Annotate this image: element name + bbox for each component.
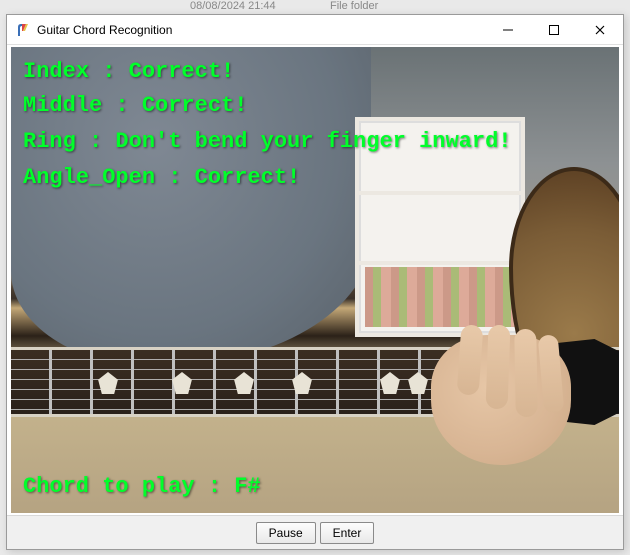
pause-button[interactable]: Pause xyxy=(256,522,316,544)
control-bar: Pause Enter xyxy=(7,515,623,549)
feedback-line-middle: Middle : Correct! xyxy=(23,93,247,118)
feedback-line-angle_open: Angle_Open : Correct! xyxy=(23,165,300,190)
desktop-detail-type: File folder xyxy=(330,0,378,12)
finger xyxy=(514,329,538,417)
minimize-button[interactable] xyxy=(485,15,531,45)
feedback-line-index: Index : Correct! xyxy=(23,59,234,84)
chord-label: Chord to play : xyxy=(23,474,234,499)
chord-value: F# xyxy=(234,474,260,499)
app-icon xyxy=(15,22,31,38)
titlebar[interactable]: Guitar Chord Recognition xyxy=(7,15,623,45)
feedback-line-ring: Ring : Don't bend your finger inward! xyxy=(23,129,511,154)
chord-to-play: Chord to play : F# xyxy=(23,474,261,499)
window-title: Guitar Chord Recognition xyxy=(37,23,485,37)
maximize-button[interactable] xyxy=(531,15,577,45)
app-window: Guitar Chord Recognition Index : Correct… xyxy=(6,14,624,550)
enter-button[interactable]: Enter xyxy=(320,522,375,544)
close-button[interactable] xyxy=(577,15,623,45)
video-feed: Index : Correct! Middle : Correct! Ring : … xyxy=(11,47,619,513)
desktop-detail-date: 08/08/2024 21:44 xyxy=(190,0,276,12)
finger xyxy=(486,325,511,410)
